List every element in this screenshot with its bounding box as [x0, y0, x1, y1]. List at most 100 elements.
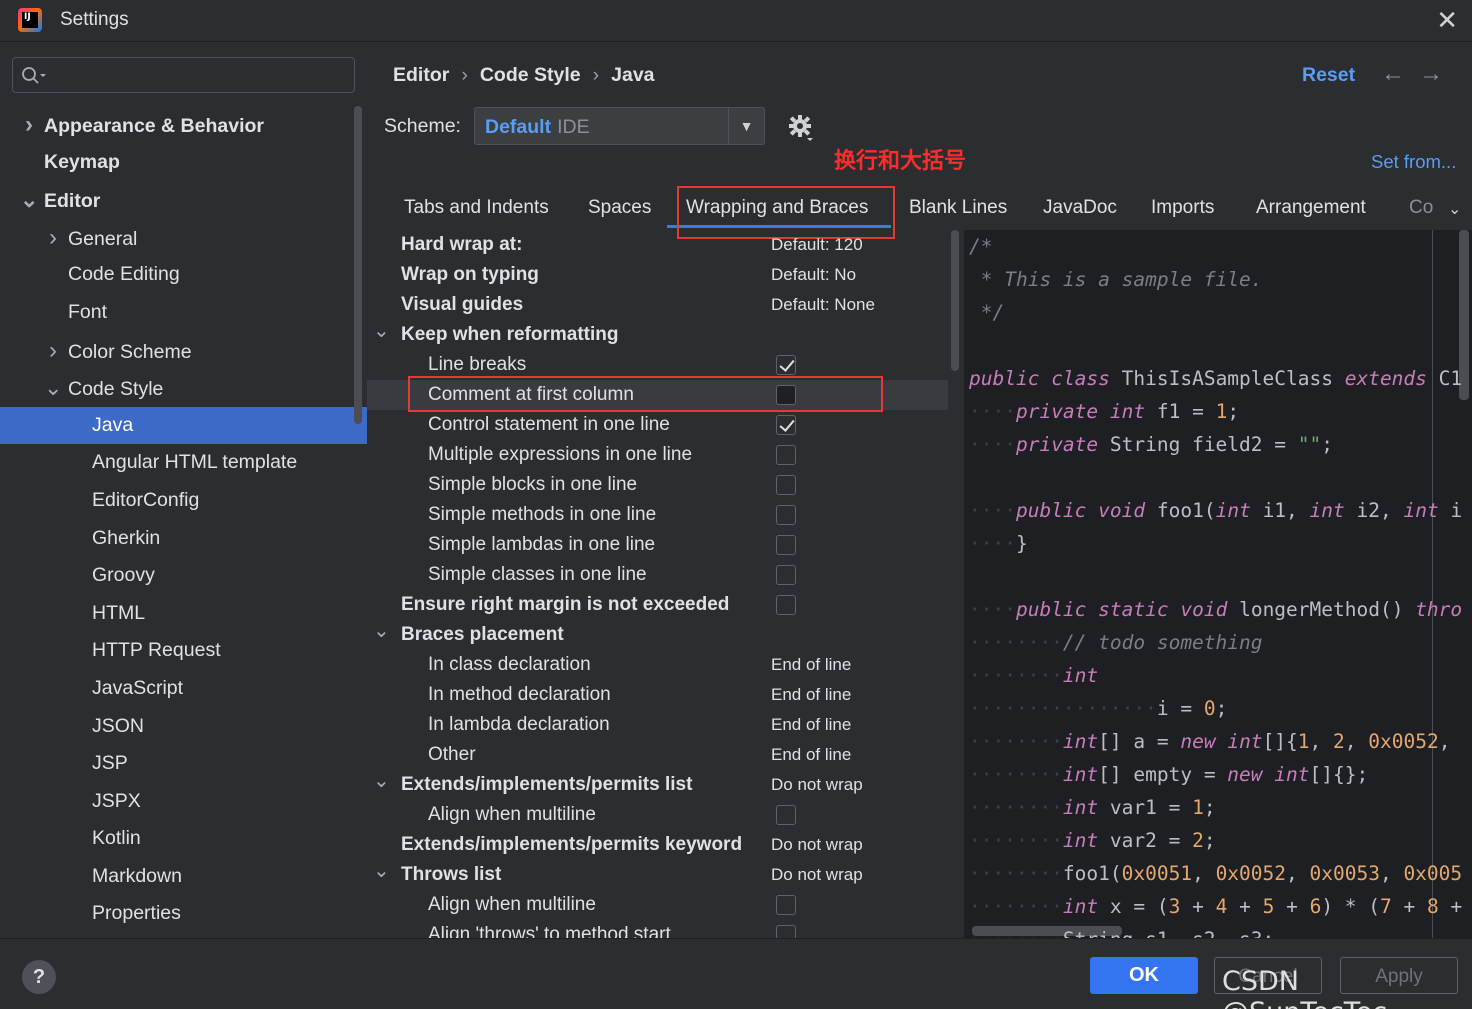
- sidebar-item-properties[interactable]: Properties: [0, 895, 354, 933]
- sidebar-item-jspx[interactable]: JSPX: [0, 783, 354, 821]
- option-value[interactable]: End of line: [771, 710, 851, 740]
- option-checkbox[interactable]: [776, 535, 796, 555]
- tab-imports[interactable]: Imports: [1151, 197, 1214, 219]
- option-checkbox[interactable]: [776, 895, 796, 915]
- option-checkbox[interactable]: [776, 805, 796, 825]
- option-row[interactable]: In lambda declaration End of line: [367, 710, 948, 740]
- code-token: longerMethod(): [1227, 598, 1416, 621]
- sidebar-item-font[interactable]: Font: [0, 294, 354, 332]
- option-row[interactable]: Control statement in one line: [367, 410, 948, 440]
- tab-tabs-and-indents[interactable]: Tabs and Indents: [404, 197, 549, 219]
- tab-spaces[interactable]: Spaces: [588, 197, 651, 219]
- chevron-down-icon[interactable]: ⌄: [373, 616, 390, 646]
- arrow-right-icon[interactable]: →: [1419, 60, 1457, 87]
- option-row[interactable]: Wrap on typing Default: No: [367, 260, 948, 290]
- sidebar-item-angular-html-template[interactable]: Angular HTML template: [0, 444, 354, 482]
- option-row[interactable]: Simple methods in one line: [367, 500, 948, 530]
- help-button[interactable]: ?: [22, 960, 56, 994]
- option-row[interactable]: ⌄ Keep when reformatting: [367, 320, 948, 350]
- sidebar-item-json[interactable]: JSON: [0, 708, 354, 746]
- sidebar-item-groovy[interactable]: Groovy: [0, 557, 354, 595]
- tab-arrangement[interactable]: Arrangement: [1256, 197, 1366, 219]
- search-box[interactable]: [12, 57, 355, 93]
- sidebar-item-appearance-behavior[interactable]: › Appearance & Behavior: [0, 106, 354, 144]
- sidebar-item-gherkin[interactable]: Gherkin: [0, 520, 354, 558]
- option-row[interactable]: Simple lambdas in one line: [367, 530, 948, 560]
- option-row[interactable]: Extends/implements/permits keyword Do not…: [367, 830, 948, 860]
- tab-javadoc[interactable]: JavaDoc: [1043, 197, 1117, 219]
- code-line: */: [969, 296, 1005, 329]
- option-checkbox[interactable]: [776, 415, 796, 435]
- chevron-down-icon[interactable]: ⌄: [373, 316, 390, 346]
- set-from-link[interactable]: Set from...: [1371, 151, 1456, 173]
- sidebar-item-code-editing[interactable]: Code Editing: [0, 256, 354, 294]
- options-scrollbar[interactable]: [948, 230, 962, 938]
- tab-blank-lines[interactable]: Blank Lines: [909, 197, 1007, 219]
- option-row[interactable]: Simple blocks in one line: [367, 470, 948, 500]
- option-row[interactable]: Ensure right margin is not exceeded: [367, 590, 948, 620]
- option-row[interactable]: Align 'throws' to method start: [367, 920, 948, 938]
- option-checkbox[interactable]: [776, 355, 796, 375]
- option-value[interactable]: Default: No: [771, 260, 856, 290]
- option-value[interactable]: End of line: [771, 650, 851, 680]
- scheme-dropdown[interactable]: Default IDE ▼: [474, 107, 765, 145]
- arrow-left-icon[interactable]: ←: [1381, 60, 1419, 87]
- chevron-down-icon[interactable]: ▼: [728, 108, 764, 144]
- option-checkbox[interactable]: [776, 925, 796, 938]
- sidebar-item-editorconfig[interactable]: EditorConfig: [0, 482, 354, 520]
- option-value[interactable]: Default: None: [771, 290, 875, 320]
- option-value[interactable]: Do not wrap: [771, 770, 863, 800]
- chevron-down-icon[interactable]: ⌄: [44, 369, 62, 407]
- option-row[interactable]: In class declaration End of line: [367, 650, 948, 680]
- sidebar-scrollbar[interactable]: [354, 106, 362, 424]
- sidebar-item-code-style[interactable]: ⌄ Code Style: [0, 369, 354, 407]
- chevron-down-icon[interactable]: ⌄: [20, 181, 38, 219]
- close-icon[interactable]: ✕: [1436, 6, 1458, 34]
- option-row[interactable]: ⌄ Extends/implements/permits list Do not w…: [367, 770, 948, 800]
- sidebar-item-keymap[interactable]: Keymap: [0, 144, 354, 182]
- sidebar-item-kotlin[interactable]: Kotlin: [0, 820, 354, 858]
- sidebar-item-jsp[interactable]: JSP: [0, 745, 354, 783]
- chevron-right-icon[interactable]: ›: [44, 332, 62, 370]
- option-checkbox[interactable]: [776, 595, 796, 615]
- gear-icon[interactable]: [788, 114, 814, 142]
- option-row[interactable]: Hard wrap at: Default: 120: [367, 230, 948, 260]
- option-row[interactable]: Align when multiline: [367, 890, 948, 920]
- option-row[interactable]: Simple classes in one line: [367, 560, 948, 590]
- option-row[interactable]: Visual guides Default: None: [367, 290, 948, 320]
- sidebar-item-markdown[interactable]: Markdown: [0, 858, 354, 896]
- chevron-down-icon[interactable]: ⌄: [1448, 199, 1461, 219]
- option-checkbox[interactable]: [776, 505, 796, 525]
- sidebar-item-html[interactable]: HTML: [0, 595, 354, 633]
- ok-button[interactable]: OK: [1090, 957, 1198, 994]
- sidebar-item-http-request[interactable]: HTTP Request: [0, 632, 354, 670]
- option-value[interactable]: Default: 120: [771, 230, 863, 260]
- chevron-right-icon[interactable]: ›: [44, 219, 62, 257]
- option-row[interactable]: ⌄ Braces placement: [367, 620, 948, 650]
- tab-code-generation[interactable]: Co: [1409, 197, 1433, 219]
- option-value[interactable]: Do not wrap: [771, 860, 863, 890]
- chevron-down-icon[interactable]: ⌄: [373, 766, 390, 796]
- option-value[interactable]: End of line: [771, 680, 851, 710]
- option-row[interactable]: In method declaration End of line: [367, 680, 948, 710]
- sidebar-item-java[interactable]: Java: [0, 406, 367, 445]
- option-value[interactable]: End of line: [771, 740, 851, 770]
- code-line: ········int var2 = 2;: [969, 824, 1216, 857]
- search-input[interactable]: [53, 62, 348, 88]
- option-row[interactable]: Align when multiline: [367, 800, 948, 830]
- option-checkbox[interactable]: [776, 475, 796, 495]
- option-checkbox[interactable]: [776, 445, 796, 465]
- option-row[interactable]: Other End of line: [367, 740, 948, 770]
- option-label: In class declaration: [428, 654, 591, 675]
- sidebar-item-editor[interactable]: ⌄ Editor: [0, 181, 354, 219]
- sidebar-item-color-scheme[interactable]: › Color Scheme: [0, 332, 354, 370]
- chevron-down-icon[interactable]: ⌄: [373, 856, 390, 886]
- chevron-right-icon[interactable]: ›: [20, 106, 38, 144]
- sidebar-item-javascript[interactable]: JavaScript: [0, 670, 354, 708]
- option-row[interactable]: Multiple expressions in one line: [367, 440, 948, 470]
- option-row[interactable]: ⌄ Throws list Do not wrap: [367, 860, 948, 890]
- option-checkbox[interactable]: [776, 565, 796, 585]
- reset-link[interactable]: Reset: [1302, 64, 1355, 87]
- option-value[interactable]: Do not wrap: [771, 830, 863, 860]
- sidebar-item-general[interactable]: › General: [0, 219, 354, 257]
